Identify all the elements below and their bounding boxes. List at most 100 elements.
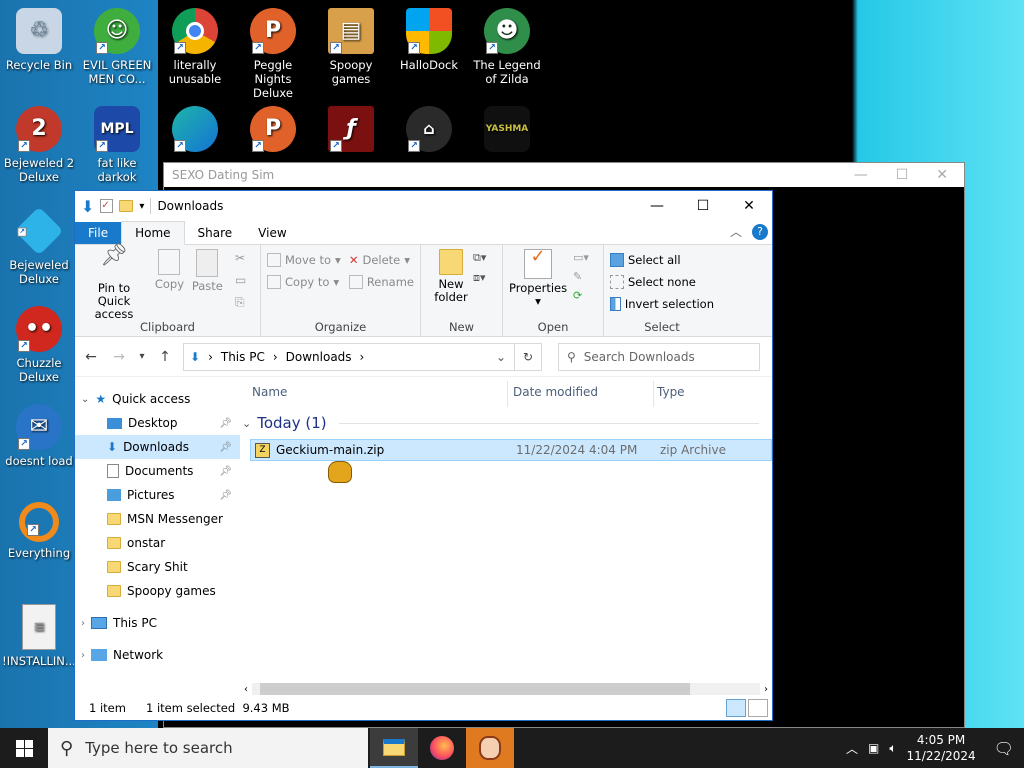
desktop-icon-everything[interactable]: ↗ Everything bbox=[0, 502, 78, 560]
minimize-icon[interactable]: — bbox=[854, 167, 868, 183]
minimize-button[interactable]: — bbox=[634, 191, 680, 221]
desktop-icon-rdp[interactable]: ⌂ ↗ bbox=[390, 106, 468, 156]
tab-home[interactable]: Home bbox=[121, 221, 185, 245]
nav-network[interactable]: › Network bbox=[75, 643, 240, 667]
maximize-button[interactable]: ☐ bbox=[680, 191, 726, 221]
paste-shortcut-icon[interactable]: ⎘ bbox=[235, 295, 246, 310]
delete-button[interactable]: ✕ Delete ▾ bbox=[349, 249, 414, 271]
open-icon[interactable]: ▭▾ bbox=[573, 251, 589, 264]
breadcrumb-this-pc[interactable]: This PC bbox=[221, 350, 265, 364]
rename-button[interactable]: Rename bbox=[348, 271, 414, 293]
back-window-titlebar[interactable]: SEXO Dating Sim — ☐ ✕ bbox=[164, 163, 964, 187]
nav-downloads[interactable]: ⬇ Downloads 📌︎ bbox=[75, 435, 240, 459]
scroll-left-icon[interactable]: ‹ bbox=[240, 684, 252, 695]
desktop-icon-chrome[interactable]: ↗ literally unusable bbox=[156, 8, 234, 86]
nav-onstar[interactable]: onstar bbox=[75, 531, 240, 555]
expanded-chevron-icon[interactable]: ⌄ bbox=[81, 394, 89, 405]
desktop-icon-evil-green-men[interactable]: ☺ ↗ EVIL GREEN MEN CO... bbox=[78, 8, 156, 86]
quick-access-down-arrow-icon[interactable]: ⬇ bbox=[81, 197, 94, 216]
copy-to-button[interactable]: Copy to ▾ bbox=[267, 271, 341, 293]
nav-spoopy-games[interactable]: Spoopy games bbox=[75, 579, 240, 603]
details-view-button[interactable] bbox=[726, 699, 746, 717]
properties-button[interactable]: ✓ Properties ▾ bbox=[509, 248, 567, 308]
desktop-icon-yashma[interactable]: YASHMA bbox=[468, 106, 546, 156]
nav-quick-access[interactable]: ⌄ ★ Quick access bbox=[75, 387, 240, 411]
pin-to-quick-access-button[interactable]: 📌︎ Pin to Quick access bbox=[81, 245, 147, 321]
paste-button[interactable]: Paste bbox=[192, 249, 223, 293]
nav-documents[interactable]: Documents 📌︎ bbox=[75, 459, 240, 483]
table-row[interactable]: Z Geckium-main.zip 11/22/2024 4:04 PM zi… bbox=[250, 439, 772, 461]
help-icon[interactable]: ? bbox=[752, 223, 768, 240]
clock[interactable]: 4:05 PM 11/22/2024 bbox=[907, 732, 976, 764]
nav-desktop[interactable]: Desktop 📌︎ bbox=[75, 411, 240, 435]
desktop-icon-doesnt-load[interactable]: ✉ ↗ doesnt load bbox=[0, 404, 78, 468]
desktop-icon-installing[interactable]: ≡ !INSTALLIN... bbox=[0, 604, 78, 668]
desktop-icon-hallodock[interactable]: ↗ HalloDock bbox=[390, 8, 468, 72]
new-folder-icon[interactable] bbox=[119, 200, 134, 212]
new-folder-button[interactable]: New folder bbox=[431, 249, 471, 304]
address-dropdown-chevron-icon[interactable]: ⌄ bbox=[496, 350, 514, 364]
desktop-icon-bejeweled[interactable]: ↗ Bejeweled Deluxe bbox=[0, 206, 78, 286]
volume-icon[interactable]: 🔈︎ bbox=[889, 741, 896, 756]
maximize-icon[interactable]: ☐ bbox=[896, 167, 909, 183]
tab-view[interactable]: View bbox=[245, 222, 299, 244]
column-header-name[interactable]: Name bbox=[252, 377, 507, 407]
desktop-icon-legend-of-zilda[interactable]: ☻ ↗ The Legend of Zilda bbox=[468, 8, 546, 86]
edit-icon[interactable]: ✎ bbox=[573, 270, 589, 283]
tab-file[interactable]: File bbox=[75, 222, 122, 244]
invert-selection-button[interactable]: Invert selection bbox=[610, 293, 714, 315]
show-hidden-icons-chevron-icon[interactable]: ︿ bbox=[846, 740, 858, 757]
customize-toolbar-chevron-icon[interactable]: ▾ bbox=[139, 201, 144, 212]
close-icon[interactable]: ✕ bbox=[936, 167, 948, 183]
forward-arrow-icon[interactable]: → bbox=[109, 349, 129, 365]
large-icons-view-button[interactable] bbox=[748, 699, 768, 717]
collapsed-chevron-icon[interactable]: › bbox=[81, 618, 85, 629]
select-none-button[interactable]: Select none bbox=[610, 271, 714, 293]
taskbar-search[interactable]: ⚲ Type here to search bbox=[48, 728, 368, 768]
horizontal-scrollbar[interactable]: ‹ › bbox=[240, 681, 772, 697]
search-input[interactable]: ⚲ Search Downloads bbox=[558, 342, 760, 371]
taskbar-app-character[interactable] bbox=[466, 728, 514, 768]
taskbar-file-explorer[interactable] bbox=[370, 728, 418, 768]
group-collapse-chevron-icon[interactable]: ⌄ bbox=[242, 417, 251, 430]
copy-path-icon[interactable]: ▭ bbox=[235, 273, 246, 287]
explorer-titlebar[interactable]: ⬇ ✓ ▾ Downloads — ☐ ✕ bbox=[75, 191, 772, 221]
refresh-button[interactable]: ↻ bbox=[514, 342, 542, 371]
address-bar[interactable]: ⬇ › This PC › Downloads › ⌄ bbox=[183, 342, 515, 371]
desktop-icon-chuzzle[interactable]: •• ↗ Chuzzle Deluxe bbox=[0, 306, 78, 384]
desktop-icon-edge[interactable]: ↗ bbox=[156, 106, 234, 156]
recent-locations-chevron-icon[interactable]: ▾ bbox=[137, 351, 147, 362]
taskbar-firefox[interactable] bbox=[418, 728, 466, 768]
column-header-type[interactable]: Type bbox=[657, 377, 757, 407]
nav-msn-messenger[interactable]: MSN Messenger bbox=[75, 507, 240, 531]
desktop-icon-peggle-world[interactable]: P ↗ bbox=[234, 106, 312, 156]
desktop-icon-spoopy-games[interactable]: ▤ ↗ Spoopy games bbox=[312, 8, 390, 86]
cut-icon[interactable]: ✂ bbox=[235, 251, 246, 265]
scroll-right-icon[interactable]: › bbox=[760, 684, 772, 695]
scrollbar-thumb[interactable] bbox=[260, 683, 690, 695]
nav-scary-shit[interactable]: Scary Shit bbox=[75, 555, 240, 579]
group-header-today[interactable]: ⌄ Today (1) bbox=[242, 414, 759, 432]
desktop-icon-fat-like-darkok[interactable]: MPL ↗ fat like darkok bbox=[78, 106, 156, 184]
desktop-icon-recycle-bin[interactable]: ♲ Recycle Bin bbox=[0, 8, 78, 72]
notifications-icon[interactable]: 🗨︎ bbox=[994, 739, 1014, 758]
column-header-date[interactable]: Date modified bbox=[513, 377, 653, 407]
start-button[interactable] bbox=[0, 728, 48, 768]
desktop-icon-bejeweled-2[interactable]: 2 ↗ Bejeweled 2 Deluxe bbox=[0, 106, 78, 184]
collapse-ribbon-chevron-icon[interactable]: ︿ bbox=[730, 223, 742, 240]
new-item-icon[interactable]: ⧉▾ bbox=[473, 251, 486, 265]
network-tray-icon[interactable]: ▣ bbox=[868, 741, 879, 755]
file-explorer-window[interactable]: ⬇ ✓ ▾ Downloads — ☐ ✕ File Home Share Vi… bbox=[74, 190, 773, 721]
nav-pictures[interactable]: Pictures 📌︎ bbox=[75, 483, 240, 507]
history-icon[interactable]: ⟳ bbox=[573, 289, 589, 302]
move-to-button[interactable]: Move to ▾ bbox=[267, 249, 341, 271]
close-button[interactable]: ✕ bbox=[726, 191, 772, 221]
properties-check-icon[interactable]: ✓ bbox=[100, 199, 114, 213]
select-all-button[interactable]: Select all bbox=[610, 249, 714, 271]
nav-this-pc[interactable]: › This PC bbox=[75, 611, 240, 635]
back-arrow-icon[interactable]: ← bbox=[81, 349, 101, 365]
up-arrow-icon[interactable]: ↑ bbox=[155, 349, 175, 365]
breadcrumb-downloads[interactable]: Downloads bbox=[286, 350, 352, 364]
copy-button[interactable]: Copy bbox=[155, 249, 184, 291]
easy-access-icon[interactable]: ⧈▾ bbox=[473, 271, 486, 285]
